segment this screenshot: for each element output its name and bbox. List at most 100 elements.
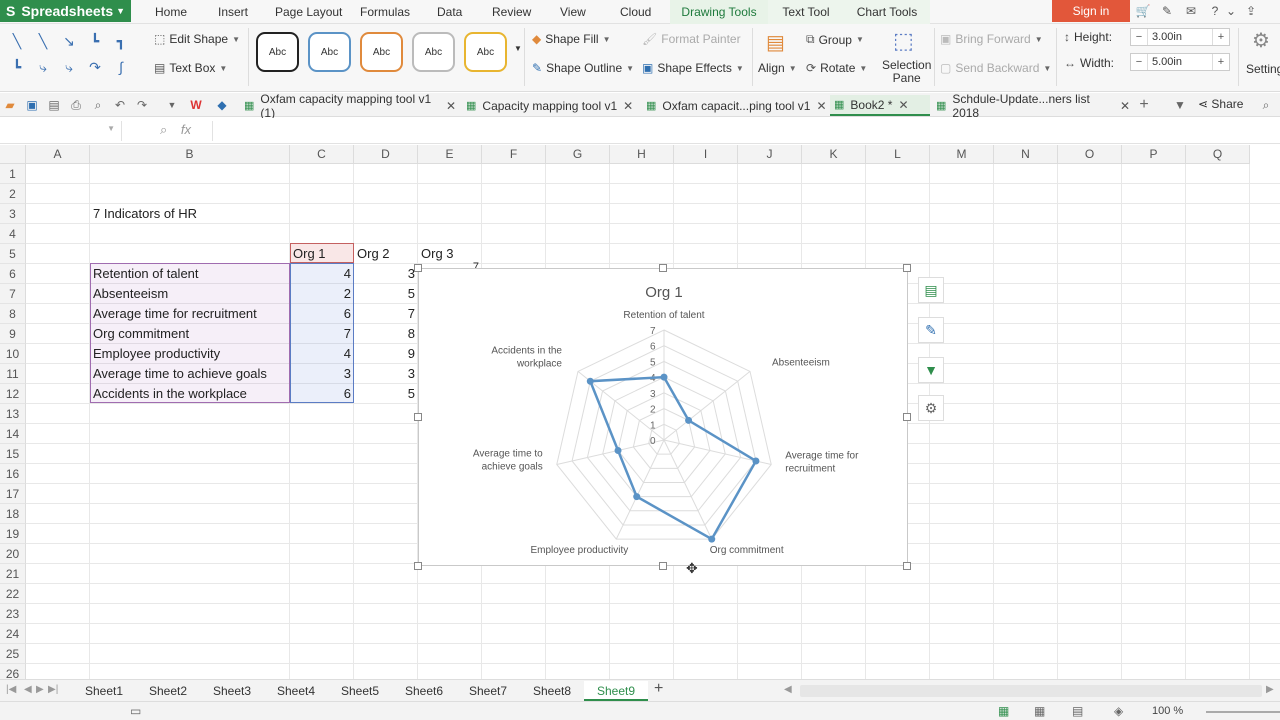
row-header-13[interactable]: 13 <box>0 404 26 424</box>
cell-d6[interactable]: 3 <box>354 264 418 284</box>
cell-b12[interactable]: Accidents in the workplace <box>90 384 290 404</box>
elbow-connector-icon[interactable]: ┗ <box>6 56 28 78</box>
settings-button[interactable]: Setting <box>1246 62 1280 76</box>
cell-d11[interactable]: 3 <box>354 364 418 384</box>
row-header-25[interactable]: 25 <box>0 644 26 664</box>
align-button[interactable]: Align ▼ <box>758 61 797 75</box>
row-header-7[interactable]: 7 <box>0 284 26 304</box>
cell-d7[interactable]: 5 <box>354 284 418 304</box>
export-pdf-icon[interactable]: ▤ <box>46 97 62 113</box>
column-header-f[interactable]: F <box>482 145 546 164</box>
shape-gallery[interactable]: ╲ ╲ ↘ ┗ ┓ ┗ ⤷ ⤷ ↷ ∫ <box>6 30 142 84</box>
cell-b6[interactable]: Retention of talent <box>90 264 290 284</box>
menu-cloud[interactable]: Cloud <box>620 0 651 24</box>
column-header-o[interactable]: O <box>1058 145 1122 164</box>
row-header-2[interactable]: 2 <box>0 184 26 204</box>
zoom-level[interactable]: 100 % <box>1152 705 1183 717</box>
sheet-tab-sheet6[interactable]: Sheet6 <box>392 681 456 701</box>
width-stepper[interactable]: − 5.00in + <box>1130 53 1230 71</box>
freeform-icon[interactable]: ∫ <box>110 56 132 78</box>
cube-icon[interactable]: ◆ <box>214 97 230 113</box>
style-gallery-more-button[interactable]: ▼ <box>514 44 522 53</box>
chart-elements-button[interactable]: ▤ <box>918 277 944 303</box>
column-header-l[interactable]: L <box>866 145 930 164</box>
cell-b7[interactable]: Absenteeism <box>90 284 290 304</box>
decrement-button[interactable]: − <box>1131 31 1147 43</box>
column-header-a[interactable]: A <box>26 145 90 164</box>
row-header-21[interactable]: 21 <box>0 564 26 584</box>
skin-icon[interactable]: ✎ <box>1158 2 1176 20</box>
curve-connector-icon[interactable]: ⤷ <box>32 56 54 78</box>
column-header-n[interactable]: N <box>994 145 1058 164</box>
cell-d12[interactable]: 5 <box>354 384 418 404</box>
last-sheet-icon[interactable]: ▶| <box>48 684 58 695</box>
column-header-k[interactable]: K <box>802 145 866 164</box>
row-header-6[interactable]: 6 <box>0 264 26 284</box>
zoom-slider[interactable] <box>1206 711 1280 713</box>
sheet-tab-sheet5[interactable]: Sheet5 <box>328 681 392 701</box>
scroll-right-icon[interactable]: ▶ <box>1266 684 1274 695</box>
add-sheet-icon[interactable]: + <box>654 680 663 698</box>
tab-oxfam-capacity-1[interactable]: ▦ Oxfam capacity mapping tool v1 (1) ✕ <box>240 92 456 120</box>
open-folder-icon[interactable]: ▰ <box>2 97 18 113</box>
cell-c7[interactable]: 2 <box>290 284 354 304</box>
resize-handle[interactable] <box>659 264 667 272</box>
radar-chart[interactable]: Org 1 0 1 2 3 4 5 6 7 Retention of talent Absentee… <box>418 268 908 566</box>
row-header-4[interactable]: 4 <box>0 224 26 244</box>
row-header-12[interactable]: 12 <box>0 384 26 404</box>
chart-filter-button[interactable]: ▼ <box>918 357 944 383</box>
elbow-connector-icon[interactable]: ┓ <box>110 30 132 52</box>
resize-handle[interactable] <box>903 264 911 272</box>
shape-effects-button[interactable]: ▣ Shape Effects ▼ <box>642 61 744 75</box>
formula-input[interactable] <box>212 121 1272 141</box>
scroll-left-icon[interactable]: ◀ <box>784 684 792 695</box>
tab-capacity-mapping[interactable]: ▦ Capacity mapping tool v1 ✕ <box>462 95 638 116</box>
group-button[interactable]: ⧉ Group ▼ <box>806 32 864 47</box>
cell-c6[interactable]: 4 <box>290 264 354 284</box>
row-header-1[interactable]: 1 <box>0 164 26 184</box>
menu-data[interactable]: Data <box>437 0 462 24</box>
chart-settings-button[interactable]: ⚙ <box>918 395 944 421</box>
search-icon[interactable]: ⌕ <box>1258 97 1274 113</box>
column-header-d[interactable]: D <box>354 145 418 164</box>
column-header-q[interactable]: Q <box>1186 145 1250 164</box>
elbow-connector-icon[interactable]: ┗ <box>84 30 106 52</box>
arrow-shape-icon[interactable]: ↘ <box>58 30 80 52</box>
cell-b10[interactable]: Employee productivity <box>90 344 290 364</box>
cell-c10[interactable]: 4 <box>290 344 354 364</box>
save-icon[interactable]: ▣ <box>24 97 40 113</box>
shape-style-3[interactable]: Abc <box>360 32 403 72</box>
cell-c8[interactable]: 6 <box>290 304 354 324</box>
row-header-3[interactable]: 3 <box>0 204 26 224</box>
sign-in-button[interactable]: Sign in <box>1052 0 1130 22</box>
selection-pane-button[interactable]: Selection Pane <box>882 59 931 85</box>
row-header-14[interactable]: 14 <box>0 424 26 444</box>
cell-e5[interactable]: Org 3 <box>418 244 482 264</box>
prev-sheet-icon[interactable]: ◀ <box>24 684 32 695</box>
shape-outline-button[interactable]: ✎ Shape Outline ▼ <box>532 61 634 75</box>
column-header-i[interactable]: I <box>674 145 738 164</box>
line-shape-icon[interactable]: ╲ <box>32 30 54 52</box>
column-header-c[interactable]: C <box>290 145 354 164</box>
cell-b3[interactable]: 7 Indicators of HR <box>90 204 290 224</box>
cell-c11[interactable]: 3 <box>290 364 354 384</box>
resize-handle[interactable] <box>903 562 911 570</box>
menu-home[interactable]: Home <box>155 0 187 24</box>
increment-button[interactable]: + <box>1213 31 1229 43</box>
menu-text-tool[interactable]: Text Tool <box>768 0 844 24</box>
menu-view[interactable]: View <box>560 0 586 24</box>
cell-b9[interactable]: Org commitment <box>90 324 290 344</box>
tab-list-icon[interactable]: ▼ <box>1172 97 1188 113</box>
row-header-10[interactable]: 10 <box>0 344 26 364</box>
close-icon[interactable]: ✕ <box>446 99 456 113</box>
chart-style-button[interactable]: ✎ <box>918 317 944 343</box>
window-restore-icon[interactable]: ⇪ <box>1242 2 1260 20</box>
shape-fill-button[interactable]: ◆ Shape Fill ▼ <box>532 32 611 46</box>
sheet-tab-sheet4[interactable]: Sheet4 <box>264 681 328 701</box>
fx-icon[interactable]: fx <box>181 122 191 137</box>
macro-icon[interactable]: ▭ <box>130 704 141 718</box>
resize-handle[interactable] <box>659 562 667 570</box>
chevron-down-icon[interactable]: ▼ <box>107 124 115 133</box>
cell-d10[interactable]: 9 <box>354 344 418 364</box>
row-header-22[interactable]: 22 <box>0 584 26 604</box>
